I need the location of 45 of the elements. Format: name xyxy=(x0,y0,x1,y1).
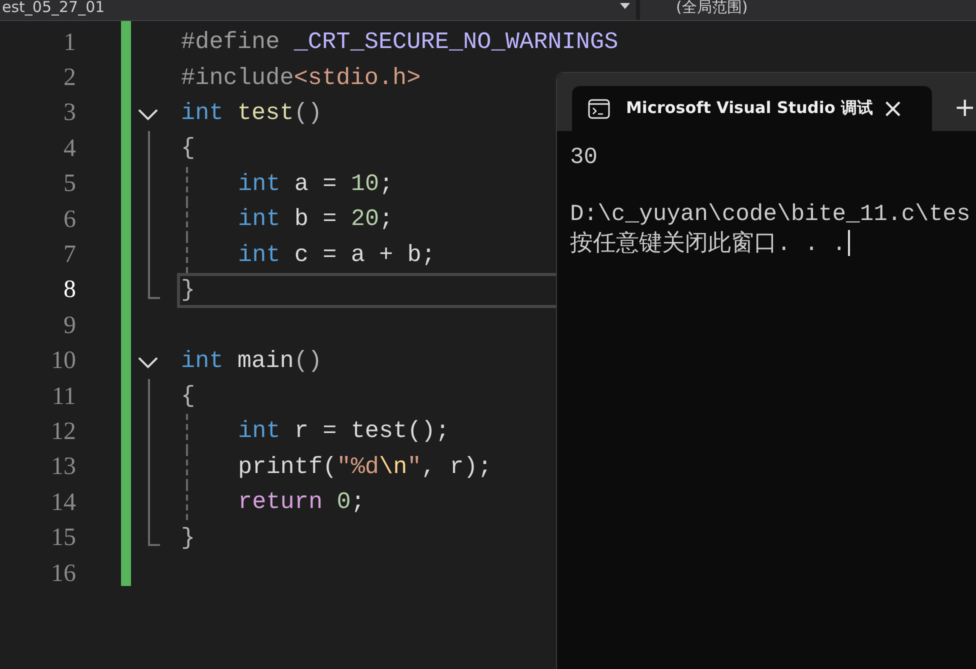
console-output-line: D:\c_yuyan\code\bite_11.c\tes xyxy=(570,201,970,228)
line-number: 10 xyxy=(50,347,76,376)
line-number: 3 xyxy=(62,99,76,128)
line-number: 12 xyxy=(50,418,76,446)
fold-guide-end xyxy=(148,272,160,299)
code-line: #include<stdio.h> xyxy=(181,64,421,92)
line-number: 14 xyxy=(50,488,76,517)
collapse-chevron-icon[interactable] xyxy=(138,108,158,121)
caret-icon xyxy=(620,3,630,9)
line-number: 13 xyxy=(50,453,76,482)
console-icon xyxy=(588,98,610,118)
collapse-chevron-icon[interactable] xyxy=(138,356,158,369)
code-line: printf("%d\n", r); xyxy=(238,454,492,481)
code-line: } xyxy=(181,276,196,304)
line-number: 7 xyxy=(62,241,76,270)
line-number: 2 xyxy=(62,64,76,92)
code-line: int b = 20; xyxy=(238,206,394,234)
code-line: int r = test(); xyxy=(238,418,450,446)
console-output-line: 30 xyxy=(570,144,598,170)
new-tab-button[interactable]: + xyxy=(954,95,976,121)
scope-dropdown[interactable]: (全局范围) xyxy=(676,0,748,16)
close-tab-button[interactable]: × xyxy=(882,96,904,122)
code-line: int main() xyxy=(181,348,322,375)
line-number: 4 xyxy=(62,134,76,163)
console-prompt-line: 按任意键关闭此窗口. . . xyxy=(570,230,846,258)
code-line: } xyxy=(181,524,196,552)
text-cursor xyxy=(848,230,850,256)
line-number: 15 xyxy=(50,524,76,552)
tab-title: Microsoft Visual Studio 调试 xyxy=(626,98,874,119)
console-tab[interactable]: Microsoft Visual Studio 调试 × xyxy=(572,86,932,131)
line-number: 8 xyxy=(62,276,76,304)
line-number: 9 xyxy=(62,312,76,340)
line-number: 11 xyxy=(50,382,76,411)
line-number: 5 xyxy=(62,170,76,198)
code-line: { xyxy=(181,135,196,162)
fold-guide-end xyxy=(148,520,160,546)
code-line: int c = a + b; xyxy=(238,242,436,269)
line-number: 6 xyxy=(62,206,76,234)
code-line: int test() xyxy=(181,100,322,127)
code-line: int a = 10; xyxy=(238,170,394,198)
code-line: { xyxy=(181,383,196,410)
code-line: return 0; xyxy=(238,489,365,516)
line-number: 1 xyxy=(62,28,76,57)
line-number: 16 xyxy=(50,560,76,588)
code-line: #define _CRT_SECURE_NO_WARNINGS xyxy=(181,29,618,56)
